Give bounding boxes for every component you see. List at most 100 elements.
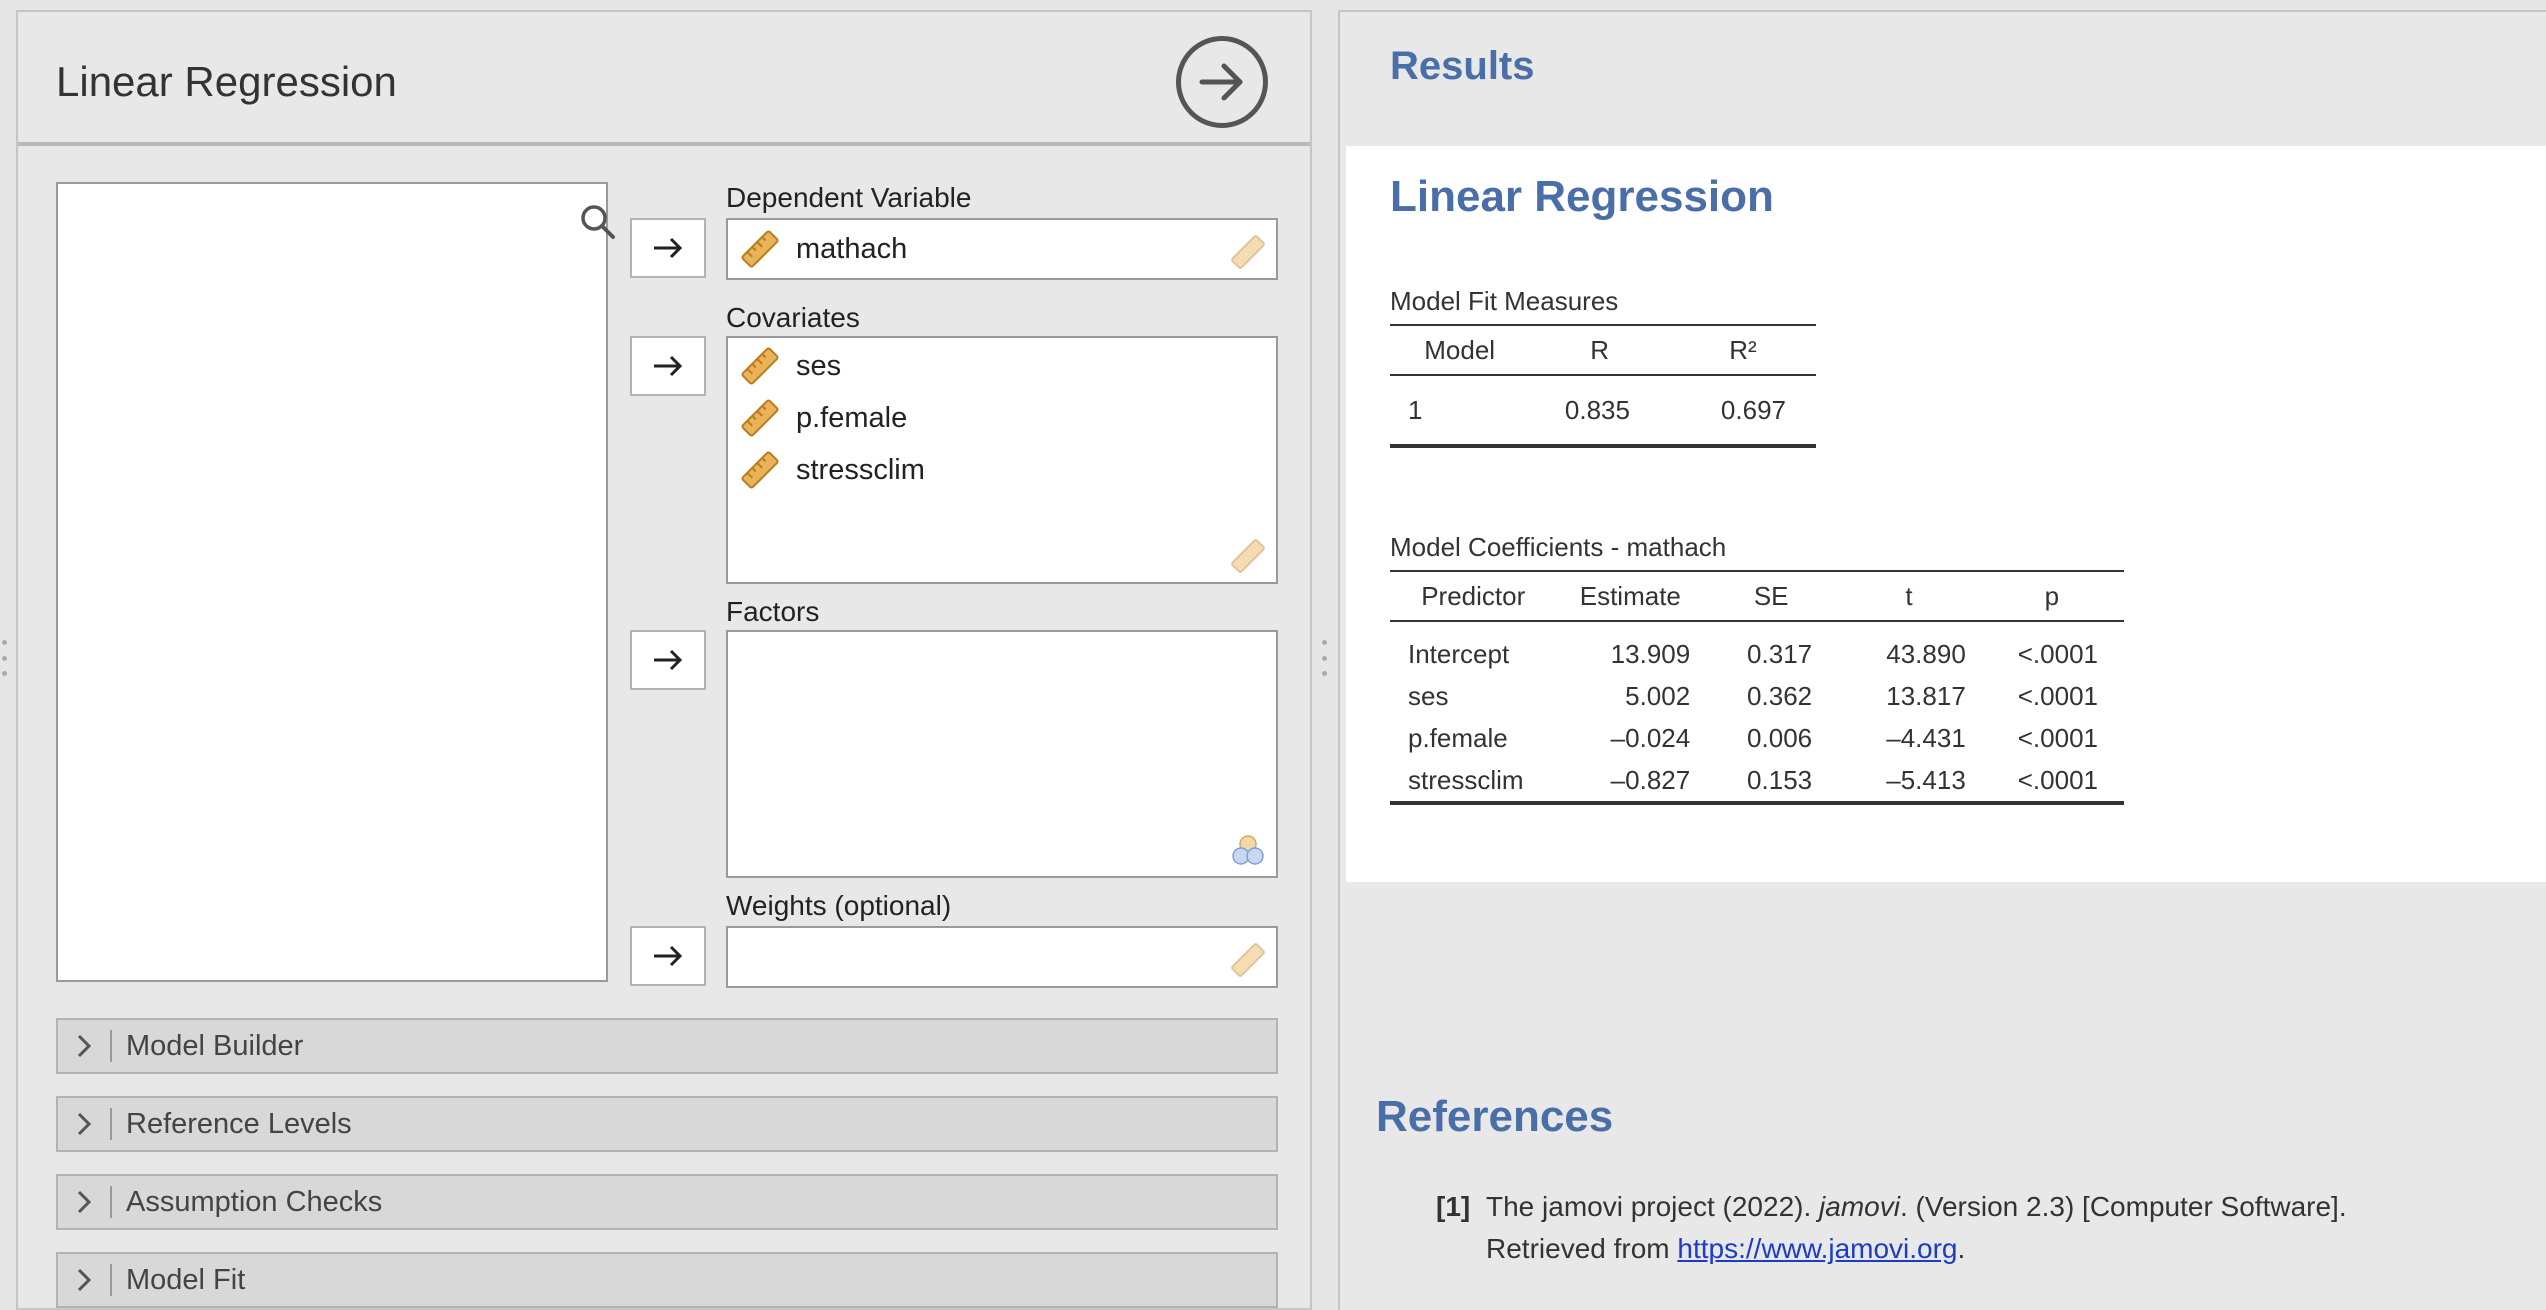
ruler-icon bbox=[1231, 943, 1265, 977]
results-heading: Results bbox=[1390, 44, 1535, 88]
table-row: p.female –0.024 0.006 –4.431 <.0001 bbox=[1390, 717, 2124, 759]
factors-box[interactable] bbox=[726, 630, 1278, 878]
section-separator bbox=[110, 1186, 112, 1218]
dependent-box[interactable]: mathach bbox=[726, 218, 1278, 280]
covariate-name: p.female bbox=[796, 401, 908, 434]
covariates-label: Covariates bbox=[726, 302, 860, 333]
column-header: R bbox=[1529, 324, 1670, 376]
variable-list[interactable] bbox=[56, 182, 615, 982]
right-arrow-icon bbox=[654, 945, 683, 967]
right-arrow-icon bbox=[654, 237, 683, 259]
section-separator bbox=[110, 1264, 112, 1296]
search-icon[interactable] bbox=[578, 202, 618, 242]
section-separator bbox=[110, 1030, 112, 1062]
column-header: Estimate bbox=[1556, 570, 1705, 622]
column-header: R² bbox=[1669, 324, 1816, 376]
model-fit-table: Model R R² 1 0.835 0.697 bbox=[1390, 324, 1816, 448]
weights-label: Weights (optional) bbox=[726, 890, 952, 921]
ruler-icon bbox=[741, 230, 779, 268]
dependent-variable-item[interactable]: mathach bbox=[738, 227, 907, 271]
reference-link[interactable]: https://www.jamovi.org bbox=[1677, 1233, 1957, 1264]
nominal-icon bbox=[1232, 835, 1264, 865]
run-arrow-icon bbox=[1199, 63, 1243, 101]
ruler-icon bbox=[741, 451, 779, 489]
covariate-item[interactable]: ses bbox=[738, 344, 841, 388]
table-cell: –0.024 bbox=[1610, 722, 1691, 753]
table-row: 1 0.835 0.697 bbox=[1390, 375, 1816, 448]
section-assumption-checks[interactable]: Assumption Checks bbox=[56, 1174, 1278, 1230]
analysis-title: Linear Regression bbox=[1390, 172, 1774, 221]
covariates-move-button[interactable] bbox=[630, 336, 706, 396]
reference-software-name: jamovi bbox=[1819, 1191, 1900, 1222]
column-header: Model bbox=[1390, 324, 1530, 376]
table-cell: <.0001 bbox=[2017, 638, 2098, 669]
coefficients-title: Model Coefficients - mathach bbox=[1390, 532, 1727, 562]
right-arrow-icon bbox=[654, 355, 683, 377]
weights-box[interactable] bbox=[726, 926, 1278, 988]
table-cell: p.female bbox=[1408, 722, 1508, 753]
chevron-right-icon bbox=[58, 1254, 110, 1306]
ruler-icon bbox=[741, 347, 779, 385]
table-cell: 1 bbox=[1390, 375, 1530, 448]
section-label: Assumption Checks bbox=[126, 1185, 383, 1218]
table-cell: 0.362 bbox=[1747, 680, 1813, 711]
table-cell: –5.413 bbox=[1838, 759, 1980, 805]
dependent-label: Dependent Variable bbox=[726, 182, 972, 213]
factors-label: Factors bbox=[726, 596, 820, 627]
column-header: Predictor bbox=[1390, 570, 1557, 622]
covariate-name: stressclim bbox=[796, 453, 925, 486]
covariate-item[interactable]: stressclim bbox=[738, 448, 925, 492]
table-cell: 0.835 bbox=[1529, 375, 1670, 448]
section-label: Model Builder bbox=[126, 1029, 304, 1062]
covariate-name: ses bbox=[796, 349, 842, 382]
table-cell: <.0001 bbox=[2017, 722, 2098, 753]
table-cell: 13.817 bbox=[1886, 680, 1966, 711]
table-cell: 0.317 bbox=[1747, 638, 1813, 669]
table-cell: ses bbox=[1408, 680, 1449, 711]
ruler-icon bbox=[741, 399, 779, 437]
options-title: Linear Regression bbox=[56, 58, 397, 105]
covariates-box[interactable]: ses p.female stressclim bbox=[726, 336, 1278, 584]
chevron-right-icon bbox=[58, 1098, 110, 1150]
table-cell: <.0001 bbox=[1979, 759, 2124, 805]
references-heading: References bbox=[1376, 1092, 1614, 1141]
dependent-variable-name: mathach bbox=[796, 232, 908, 265]
section-label: Reference Levels bbox=[126, 1107, 352, 1140]
table-cell: Intercept bbox=[1408, 638, 1510, 669]
options-panel: Linear Regression Dependent Variable mat… bbox=[16, 10, 1312, 1310]
right-arrow-icon bbox=[654, 649, 683, 671]
reference-text: The jamovi project (2022). jamovi. (Vers… bbox=[1486, 1186, 2466, 1270]
table-cell: <.0001 bbox=[2017, 680, 2098, 711]
chevron-right-icon bbox=[58, 1020, 110, 1072]
column-header: t bbox=[1838, 570, 1980, 622]
table-cell: 0.006 bbox=[1747, 722, 1813, 753]
table-cell: stressclim bbox=[1390, 759, 1557, 805]
section-separator bbox=[110, 1108, 112, 1140]
table-cell: 13.909 bbox=[1610, 638, 1691, 669]
ruler-icon bbox=[1231, 235, 1265, 269]
covariate-item[interactable]: p.female bbox=[738, 396, 907, 440]
model-fit-title: Model Fit Measures bbox=[1390, 286, 1619, 316]
table-cell: 0.153 bbox=[1704, 759, 1839, 805]
table-header-row: Model R R² bbox=[1390, 324, 1816, 376]
reference-number: [1] bbox=[1436, 1191, 1471, 1222]
table-cell: –4.431 bbox=[1886, 722, 1966, 753]
section-model-builder[interactable]: Model Builder bbox=[56, 1018, 1278, 1074]
chevron-right-icon bbox=[58, 1176, 110, 1228]
table-header-row: Predictor Estimate SE t p bbox=[1390, 570, 2124, 622]
table-row: ses 5.002 0.362 13.817 <.0001 bbox=[1390, 675, 2124, 717]
factors-move-button[interactable] bbox=[630, 630, 706, 690]
section-model-fit[interactable]: Model Fit bbox=[56, 1252, 1278, 1308]
section-reference-levels[interactable]: Reference Levels bbox=[56, 1096, 1278, 1152]
table-cell: 43.890 bbox=[1886, 638, 1966, 669]
table-row: Intercept 13.909 0.317 43.890 <.0001 bbox=[1390, 621, 2124, 675]
run-button[interactable] bbox=[1176, 36, 1268, 128]
reference-text-start: The jamovi project (2022). bbox=[1486, 1191, 1820, 1222]
panel-splitter-handle[interactable] bbox=[1322, 640, 1328, 676]
left-splitter-handle[interactable] bbox=[2, 640, 8, 676]
dependent-move-button[interactable] bbox=[630, 218, 706, 278]
table-cell: 5.002 bbox=[1625, 680, 1691, 711]
weights-move-button[interactable] bbox=[630, 926, 706, 986]
title-divider bbox=[18, 142, 1310, 146]
reference-text-end: . bbox=[1957, 1233, 1966, 1264]
